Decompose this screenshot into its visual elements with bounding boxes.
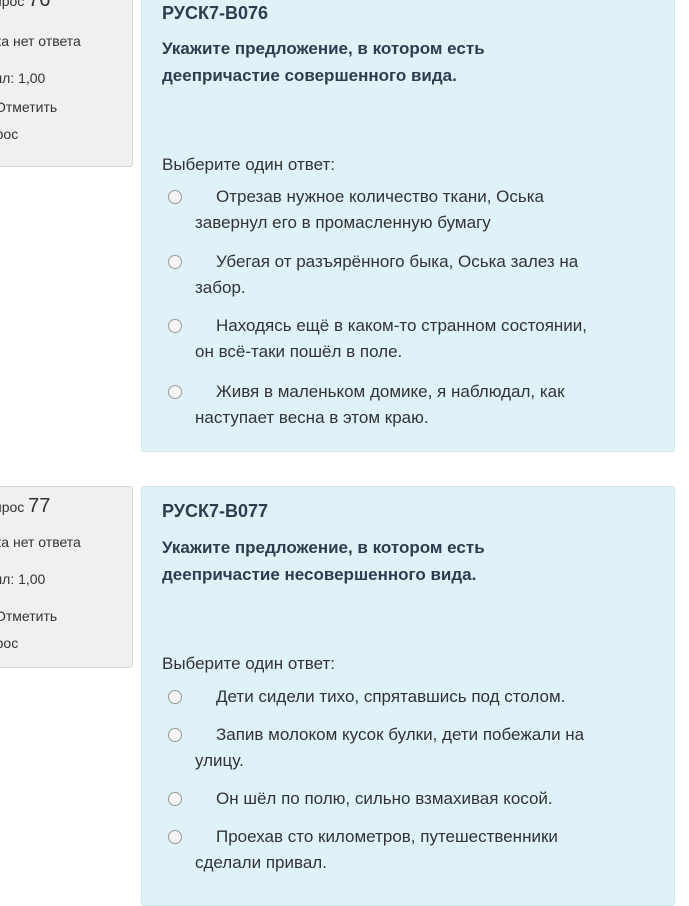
question-number-label: Вопрос <box>0 499 25 515</box>
question-grade: Балл: 1,00 <box>0 70 46 86</box>
answer-option[interactable]: Убегая от разъярённого быка, Оська залез… <box>168 249 608 301</box>
answer-label: Живя в маленьком домике, я наблюдал, как… <box>195 382 565 427</box>
flag-question-button[interactable]: Отметить вопрос <box>0 94 85 148</box>
radio-unchecked-icon[interactable] <box>168 728 182 742</box>
answer-label: Он шёл по полю, сильно взмахивая косой. <box>216 789 553 808</box>
answer-label: Находясь ещё в каком-то странном состоян… <box>195 316 588 361</box>
answer-option[interactable]: Живя в маленьком домике, я наблюдал, как… <box>168 379 608 431</box>
question-grade: Балл: 1,00 <box>0 571 46 587</box>
answer-option[interactable]: Дети сидели тихо, спрятавшись под столом… <box>168 684 608 710</box>
answer-label: Дети сидели тихо, спрятавшись под столом… <box>216 687 566 706</box>
radio-unchecked-icon[interactable] <box>168 830 182 844</box>
answer-prompt: Выберите один ответ: <box>162 654 335 673</box>
radio-unchecked-icon[interactable] <box>168 385 182 399</box>
answer-label: Отрезав нужное количество ткани, Оська з… <box>195 187 544 232</box>
answer-label: Убегая от разъярённого быка, Оська залез… <box>195 252 579 297</box>
question-info: Вопрос 77 Пока нет ответа Балл: 1,00 Отм… <box>0 486 133 668</box>
answer-label: Запив молоком кусок булки, дети побежали… <box>195 725 585 770</box>
question-number: Вопрос 77 <box>0 495 50 518</box>
radio-unchecked-icon[interactable] <box>168 190 182 204</box>
answer-option[interactable]: Проехав сто километров, путешественники … <box>168 824 608 876</box>
answer-label: Проехав сто километров, путешественники … <box>195 827 558 872</box>
question-content: РУСК7-В077 Укажите предложение, в которо… <box>141 486 675 906</box>
flag-label: Отметить вопрос <box>0 99 58 142</box>
flag-label: Отметить вопрос <box>0 608 58 651</box>
answer-option[interactable]: Запив молоком кусок булки, дети побежали… <box>168 722 608 774</box>
radio-unchecked-icon[interactable] <box>168 319 182 333</box>
question-number-label: Вопрос <box>0 0 25 9</box>
radio-unchecked-icon[interactable] <box>168 255 182 269</box>
question-text: Укажите предложение, в котором есть дееп… <box>162 39 485 85</box>
answer-option[interactable]: Находясь ещё в каком-то странном состоян… <box>168 313 608 365</box>
question-state: Пока нет ответа <box>0 33 81 49</box>
question-number-value: 76 <box>28 0 51 11</box>
answer-prompt: Выберите один ответ: <box>162 155 335 174</box>
question-name: РУСК7-В077 <box>162 501 268 521</box>
question-state: Пока нет ответа <box>0 534 81 550</box>
flag-question-button[interactable]: Отметить вопрос <box>0 603 85 657</box>
radio-unchecked-icon[interactable] <box>168 792 182 806</box>
question-name: РУСК7-В076 <box>162 3 268 23</box>
question-content: РУСК7-В076 Укажите предложение, в которо… <box>141 0 675 452</box>
question-text: Укажите предложение, в котором есть дееп… <box>162 538 485 584</box>
question-info: Вопрос 76 Пока нет ответа Балл: 1,00 Отм… <box>0 0 133 167</box>
answer-option[interactable]: Отрезав нужное количество ткани, Оська з… <box>168 184 608 236</box>
answer-option[interactable]: Он шёл по полю, сильно взмахивая косой. <box>168 786 608 812</box>
question-number-value: 77 <box>28 495 51 517</box>
question-number: Вопрос 76 <box>0 0 50 12</box>
radio-unchecked-icon[interactable] <box>168 690 182 704</box>
